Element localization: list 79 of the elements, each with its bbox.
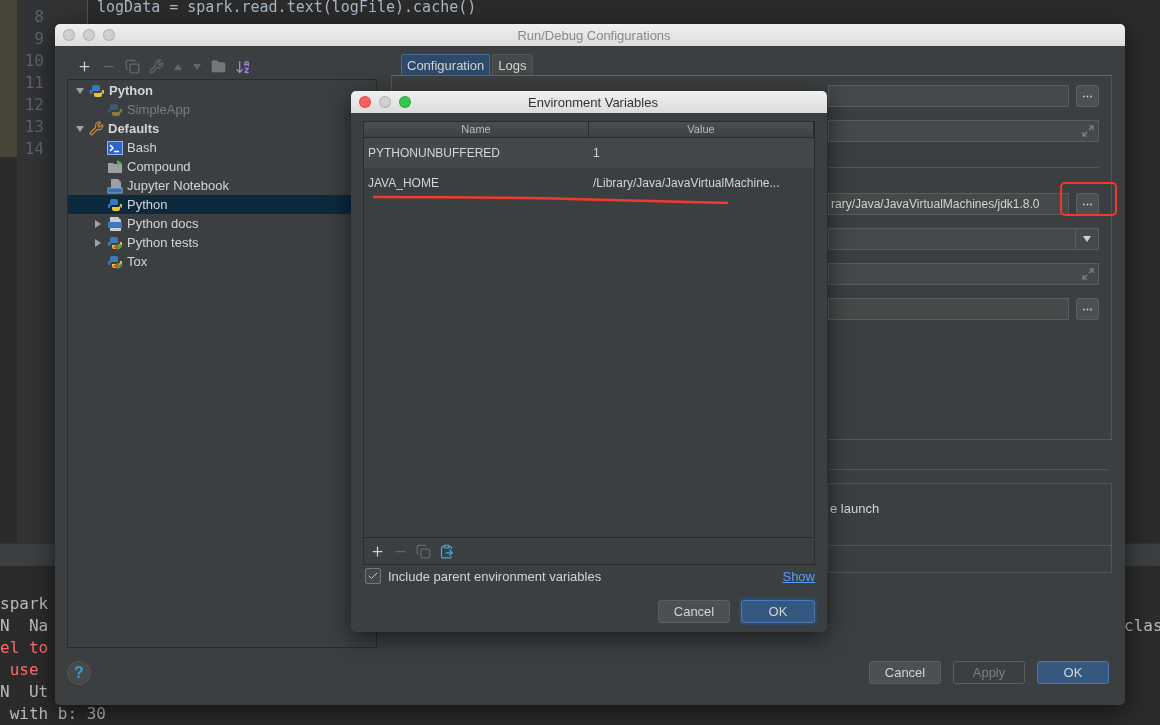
python-test-icon xyxy=(107,234,123,251)
python-test-icon xyxy=(107,253,123,270)
show-link[interactable]: Show xyxy=(782,568,815,584)
window-title: Environment Variables xyxy=(527,94,659,110)
python-icon xyxy=(107,101,123,118)
browse-button[interactable] xyxy=(1076,193,1099,215)
python-icon xyxy=(89,82,105,99)
minimize-button[interactable] xyxy=(379,96,391,108)
collapsed-arrow-icon xyxy=(93,237,103,248)
tree-item[interactable]: Defaults xyxy=(68,119,164,138)
column-header[interactable]: Name xyxy=(364,122,589,137)
console-line: spark xyxy=(0,593,49,615)
table-cell-text: /Library/Java/JavaVirtualMachine... xyxy=(592,176,781,190)
text-field[interactable]: rary/Java/JavaVirtualMachines/jdk1.8.0 xyxy=(828,193,1069,215)
dialog-button[interactable]: Cancel xyxy=(869,661,941,684)
code-line: logData = spark.read.text(logFile).cache() xyxy=(97,0,478,14)
more-icon xyxy=(1083,94,1092,98)
tree-item[interactable]: Bash xyxy=(68,138,161,157)
python-icon xyxy=(107,196,123,213)
notebook-icon xyxy=(107,177,123,194)
annotation-frame xyxy=(1060,182,1117,216)
add-icon[interactable] xyxy=(77,59,92,74)
table-cell-text: 1 xyxy=(592,146,601,160)
wrench-icon[interactable] xyxy=(149,59,164,74)
text-field[interactable] xyxy=(828,85,1069,107)
tab[interactable]: Logs xyxy=(492,54,533,75)
sort-icon[interactable] xyxy=(235,58,251,75)
window-title: Run/Debug Configurations xyxy=(516,27,672,43)
dialog-button[interactable]: OK xyxy=(1037,661,1109,684)
dropdown-field[interactable] xyxy=(828,228,1099,250)
tree-item[interactable]: Python xyxy=(68,81,158,100)
add-icon[interactable] xyxy=(370,543,385,559)
tree-item[interactable]: Jupyter Notebook xyxy=(68,176,233,195)
more-icon xyxy=(1083,307,1092,311)
check-icon xyxy=(367,570,379,582)
table-cell-text: PYTHONUNBUFFERED xyxy=(367,146,501,160)
minimize-button[interactable] xyxy=(83,29,95,41)
copy-icon[interactable] xyxy=(125,59,140,74)
more-icon xyxy=(1083,202,1092,206)
expanded-arrow-icon xyxy=(75,85,85,96)
browse-button[interactable] xyxy=(1076,85,1099,107)
tree-item[interactable]: Tox xyxy=(68,252,152,271)
column-header[interactable]: Value xyxy=(589,122,814,137)
tree-item[interactable]: Compound xyxy=(68,157,195,176)
console-line: N Na xyxy=(0,615,49,637)
console-line: use xyxy=(8,659,39,681)
close-button[interactable] xyxy=(359,96,371,108)
paste-icon[interactable] xyxy=(439,543,454,559)
expand-icon[interactable] xyxy=(1082,268,1094,280)
option-label: e launch xyxy=(830,501,880,516)
dropdown-arrow-icon xyxy=(1082,234,1092,244)
dialog-button[interactable]: Cancel xyxy=(658,600,730,623)
tree-item[interactable]: Python docs xyxy=(68,214,203,233)
collapsed-arrow-icon xyxy=(93,218,103,229)
checkbox[interactable] xyxy=(365,568,381,584)
copy-icon[interactable] xyxy=(416,543,431,559)
browse-button[interactable] xyxy=(1076,298,1099,320)
down-icon[interactable] xyxy=(192,61,202,72)
expanded-arrow-icon xyxy=(75,123,85,134)
folder-icon[interactable] xyxy=(211,59,226,74)
dialog-button[interactable]: OK xyxy=(741,600,815,623)
folder-icon xyxy=(107,158,123,175)
checkbox-label: Include parent environment variables xyxy=(388,568,602,584)
console-line: N Ut xyxy=(0,681,49,703)
text-field[interactable] xyxy=(828,298,1069,320)
table-cell-text: JAVA_HOME xyxy=(367,176,440,190)
zoom-button[interactable] xyxy=(399,96,411,108)
close-button[interactable] xyxy=(63,29,75,41)
wrench-icon xyxy=(89,121,104,136)
console-line: el to xyxy=(0,637,49,659)
text-field[interactable] xyxy=(828,263,1099,285)
terminal-icon xyxy=(107,140,123,155)
text-field[interactable] xyxy=(828,120,1099,142)
document-icon xyxy=(107,215,123,232)
zoom-button[interactable] xyxy=(103,29,115,41)
console-line: with b: 30 xyxy=(8,703,106,725)
tab[interactable]: Configuration xyxy=(401,54,491,75)
tree-item[interactable]: Python tests xyxy=(68,233,203,252)
expand-icon[interactable] xyxy=(1082,125,1094,137)
